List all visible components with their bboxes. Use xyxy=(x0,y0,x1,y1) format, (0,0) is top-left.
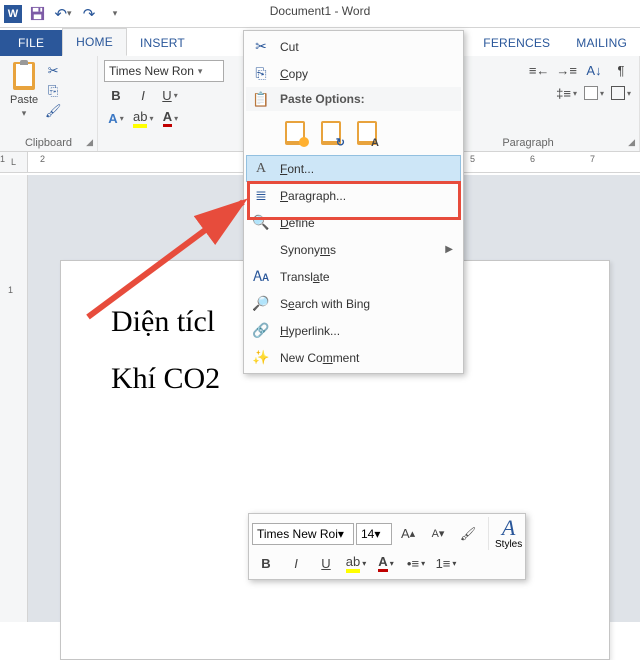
indent-dec-button[interactable]: ≡← xyxy=(527,60,552,80)
synonyms-icon xyxy=(252,241,270,259)
borders-button[interactable]: ▾ xyxy=(609,83,633,103)
tab-references[interactable]: FERENCES xyxy=(483,30,563,56)
ctx-search-bing[interactable]: 🔎 Search with Bing xyxy=(246,290,461,317)
mini-font-color[interactable]: A▾ xyxy=(372,552,400,574)
ctx-define[interactable]: 🔍 Define xyxy=(246,209,461,236)
mini-highlight[interactable]: ab▾ xyxy=(342,552,370,574)
italic-button[interactable]: I xyxy=(131,85,155,105)
paste-options xyxy=(246,111,461,155)
window-title: Document1 - Word xyxy=(270,4,370,18)
context-menu: ✂ Cut ⎘ Copy 📋 Paste Options: A Font... … xyxy=(243,30,464,374)
clipboard-dialog-launcher[interactable]: ◢ xyxy=(86,137,93,148)
mini-bullets[interactable]: •≡▾ xyxy=(402,552,430,574)
mini-toolbar: Times New Roi▾ 14▾ A▴ A▾ 🖌 A Styles B I … xyxy=(248,513,526,580)
mini-underline[interactable]: U xyxy=(312,552,340,574)
grow-font-button[interactable]: A▴ xyxy=(394,523,422,545)
paste-options-header: 📋 Paste Options: xyxy=(246,87,461,111)
ctx-copy[interactable]: ⎘ Copy xyxy=(246,60,461,87)
mini-italic[interactable]: I xyxy=(282,552,310,574)
ctx-font[interactable]: A Font... xyxy=(246,155,461,182)
font-icon: A xyxy=(252,160,270,178)
paragraph-icon: ≣ xyxy=(252,187,270,205)
font-color-button[interactable]: A▾ xyxy=(158,108,182,128)
ctx-synonyms[interactable]: Synonyms ▶ xyxy=(246,236,461,263)
shading-button[interactable]: ▾ xyxy=(582,83,606,103)
group-clipboard: Paste ▾ ✂ ⎘ 🖌 Clipboard◢ xyxy=(0,56,98,151)
underline-button[interactable]: U▾ xyxy=(158,85,182,105)
tab-insert[interactable]: INSERT xyxy=(127,30,198,56)
paste-merge[interactable] xyxy=(316,118,346,148)
styles-icon: A xyxy=(502,517,515,539)
scissors-icon: ✂ xyxy=(252,38,270,56)
comment-icon: ✨ xyxy=(252,349,270,367)
ctx-new-comment[interactable]: ✨ New Comment xyxy=(246,344,461,371)
tab-file[interactable]: FILE xyxy=(0,30,62,56)
undo-button[interactable]: ↶▾ xyxy=(52,3,74,25)
mini-format-painter[interactable]: 🖌 xyxy=(454,523,482,545)
tab-mailings[interactable]: MAILING xyxy=(563,30,640,56)
hyperlink-icon: 🔗 xyxy=(252,322,270,340)
bold-button[interactable]: B xyxy=(104,85,128,105)
vertical-ruler[interactable]: 1 xyxy=(0,175,28,622)
redo-button[interactable]: ↷ xyxy=(78,3,100,25)
ctx-paragraph[interactable]: ≣ Paragraph... xyxy=(246,182,461,209)
ctx-hyperlink[interactable]: 🔗 Hyperlink... xyxy=(246,317,461,344)
qat-customize[interactable]: ▾ xyxy=(104,3,126,25)
copy-icon: ⎘ xyxy=(252,65,270,83)
highlight-button[interactable]: ab▾ xyxy=(131,108,155,128)
cut-button[interactable]: ✂ xyxy=(44,62,62,80)
indent-inc-button[interactable]: →≡ xyxy=(554,60,579,80)
define-icon: 🔍 xyxy=(252,214,270,232)
format-painter-button[interactable]: 🖌 xyxy=(44,102,62,120)
mini-bold[interactable]: B xyxy=(252,552,280,574)
copy-button[interactable]: ⎘ xyxy=(44,82,62,100)
sort-button[interactable]: A↓ xyxy=(582,60,606,80)
paste-text-only[interactable] xyxy=(352,118,382,148)
mini-font-combo[interactable]: Times New Roi▾ xyxy=(252,523,354,545)
show-marks-button[interactable]: ¶ xyxy=(609,60,633,80)
line-spacing-button[interactable]: ‡≡▾ xyxy=(554,83,579,103)
mini-numbering[interactable]: 1≡▾ xyxy=(432,552,460,574)
tab-home[interactable]: HOME xyxy=(62,28,127,56)
mini-size-combo[interactable]: 14▾ xyxy=(356,523,392,545)
paste-keep-source[interactable] xyxy=(280,118,310,148)
paragraph-dialog-launcher[interactable]: ◢ xyxy=(628,137,635,148)
ctx-cut[interactable]: ✂ Cut xyxy=(246,33,461,60)
translate-icon: 🗛 xyxy=(252,268,270,286)
text-effects-button[interactable]: A▾ xyxy=(104,108,128,128)
quick-access-toolbar: W ↶▾ ↷ ▾ xyxy=(0,0,130,27)
font-name-combo[interactable]: Times New Ron▾ xyxy=(104,60,224,82)
search-icon: 🔎 xyxy=(252,295,270,313)
submenu-arrow-icon: ▶ xyxy=(445,244,453,255)
save-button[interactable] xyxy=(26,3,48,25)
mini-styles[interactable]: A Styles xyxy=(488,517,522,550)
word-icon[interactable]: W xyxy=(4,5,22,23)
shrink-font-button[interactable]: A▾ xyxy=(424,523,452,545)
paste-button[interactable]: Paste ▾ xyxy=(6,60,42,121)
title-bar: W ↶▾ ↷ ▾ Document1 - Word xyxy=(0,0,640,28)
clipboard-icon: 📋 xyxy=(252,90,270,108)
ctx-translate[interactable]: 🗛 Translate xyxy=(246,263,461,290)
